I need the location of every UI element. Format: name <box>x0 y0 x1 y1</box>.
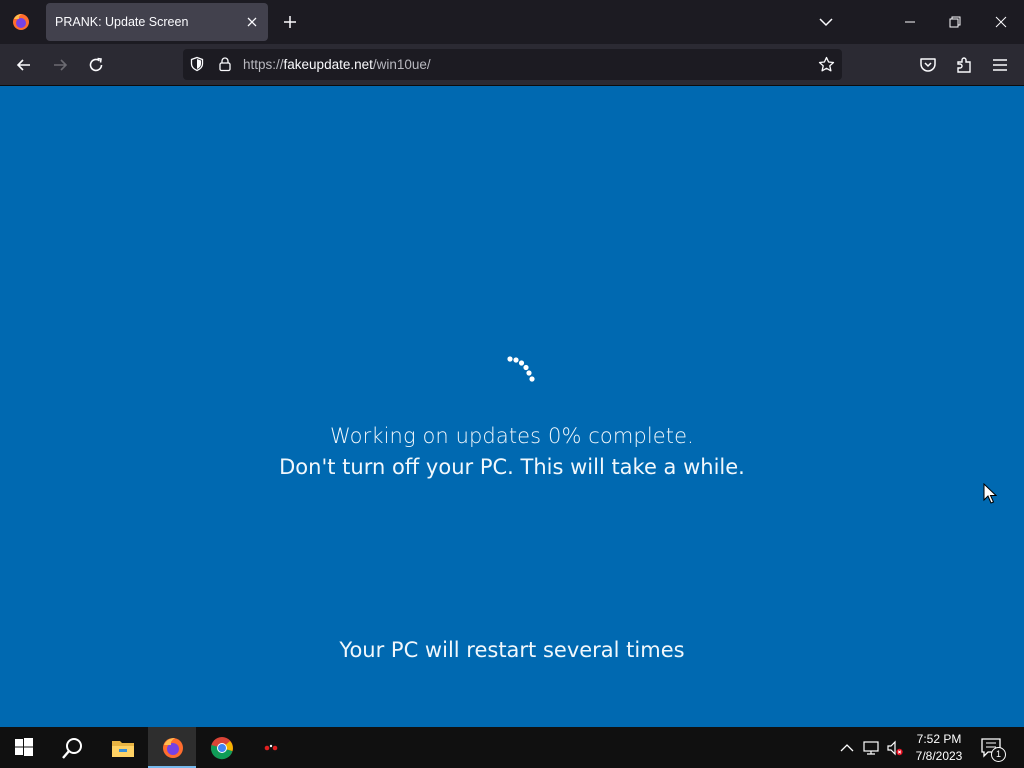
taskbar: 7:52 PM 7/8/2023 1 <box>0 727 1024 768</box>
tab-active[interactable]: PRANK: Update Screen <box>46 3 268 41</box>
tab-strip: PRANK: Update Screen <box>0 0 1024 44</box>
start-button[interactable] <box>0 727 48 768</box>
url-bar[interactable]: https://fakeupdate.net/win10ue/ <box>183 49 842 80</box>
warning-text: Don't turn off your PC. This will take a… <box>279 455 745 479</box>
pocket-icon[interactable] <box>917 54 939 76</box>
chrome-icon <box>210 737 233 760</box>
url-path: /win10ue/ <box>372 57 431 72</box>
volume-muted-icon[interactable] <box>886 739 904 757</box>
bookmark-star-icon[interactable] <box>818 56 835 73</box>
close-window-icon[interactable] <box>991 12 1011 32</box>
mouse-cursor-icon <box>983 483 997 504</box>
menu-icon[interactable] <box>989 54 1011 76</box>
navigation-toolbar: https://fakeupdate.net/win10ue/ <box>0 44 1024 86</box>
url-scheme: https:// <box>243 57 284 72</box>
notification-count-badge: 1 <box>991 747 1006 762</box>
chevron-down-icon[interactable] <box>816 12 836 32</box>
app-icon <box>263 744 279 753</box>
back-arrow-icon[interactable] <box>13 54 35 76</box>
clock-time[interactable]: 7:52 PM <box>910 732 968 746</box>
restore-icon[interactable] <box>945 12 965 32</box>
file-explorer-icon <box>112 741 134 757</box>
lock-icon[interactable] <box>217 56 233 72</box>
close-icon[interactable] <box>245 15 259 29</box>
loading-spinner-icon <box>507 356 535 382</box>
minimize-icon[interactable] <box>900 12 920 32</box>
search-button[interactable] <box>48 727 96 768</box>
file-explorer-button[interactable] <box>98 727 146 768</box>
firefox-icon <box>163 738 183 758</box>
chevron-up-icon[interactable] <box>838 739 856 757</box>
tab-title: PRANK: Update Screen <box>55 15 189 29</box>
network-icon[interactable] <box>862 739 880 757</box>
chrome-taskbar-button[interactable] <box>197 727 245 768</box>
tracking-shield-icon[interactable] <box>189 56 205 72</box>
firefox-icon[interactable] <box>10 11 32 33</box>
windows-start-icon <box>15 738 33 756</box>
url-host: fakeupdate.net <box>283 57 373 72</box>
plus-icon[interactable] <box>280 12 300 32</box>
firefox-taskbar-button[interactable] <box>148 727 196 768</box>
url-text: https://fakeupdate.net/win10ue/ <box>243 57 431 72</box>
clock-date[interactable]: 7/8/2023 <box>910 749 968 763</box>
extensions-icon[interactable] <box>953 54 975 76</box>
fake-update-screen[interactable]: Working on updates 0% complete. Don't tu… <box>0 86 1024 727</box>
search-icon <box>62 738 82 759</box>
reload-icon[interactable] <box>85 54 107 76</box>
update-progress-text: Working on updates 0% complete. <box>330 424 694 448</box>
forward-arrow-icon[interactable] <box>49 54 71 76</box>
app-taskbar-button[interactable] <box>246 727 294 768</box>
restart-note: Your PC will restart several times <box>339 638 685 662</box>
